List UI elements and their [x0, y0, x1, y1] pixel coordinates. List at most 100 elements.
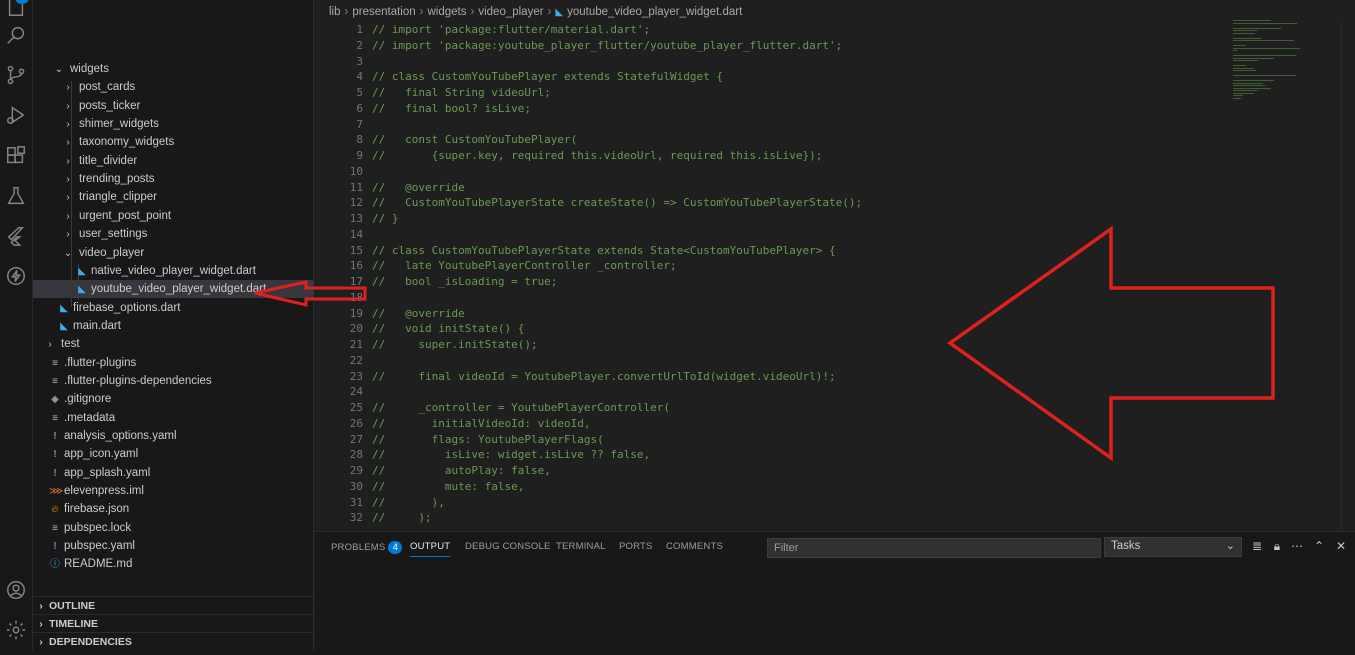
file-item[interactable]: ◣ native_video_player_widget.dart: [33, 262, 314, 280]
list-icon[interactable]: ≣: [1250, 539, 1264, 553]
account-icon[interactable]: [3, 577, 29, 603]
more-icon[interactable]: ⋯: [1290, 539, 1304, 553]
extensions-icon[interactable]: [3, 143, 29, 169]
file-item[interactable]: ⋙elevenpress.iml: [33, 482, 314, 500]
folder-item[interactable]: › test: [33, 335, 314, 353]
code-line[interactable]: 26 // initialVideoId: videoId,: [315, 416, 1215, 432]
flutter-icon[interactable]: [3, 223, 29, 249]
tab-terminal[interactable]: TERMINAL: [556, 541, 606, 552]
editor-scrollbar[interactable]: [1341, 20, 1355, 531]
code-line[interactable]: 16 // late YoutubePlayerController _contr…: [315, 258, 1215, 274]
gear-icon[interactable]: [3, 617, 29, 643]
code-line[interactable]: 25 // _controller = YoutubePlayerControll…: [315, 400, 1215, 416]
breadcrumb-item[interactable]: lib: [329, 6, 341, 18]
code-line[interactable]: 7: [315, 117, 1215, 133]
folder-item[interactable]: › user_settings: [33, 225, 314, 243]
line-number: 26: [349, 417, 363, 430]
file-item[interactable]: 🔥︎ firebase.json: [33, 500, 314, 518]
code-line[interactable]: 9 // {super.key, required this.videoUrl, …: [315, 148, 1215, 164]
tab-output[interactable]: OUTPUT: [410, 541, 451, 557]
tasks-select[interactable]: Tasks ⌄: [1104, 537, 1242, 557]
code-line[interactable]: 22: [315, 353, 1215, 369]
code-line[interactable]: 17 // bool _isLoading = true;: [315, 274, 1215, 290]
files-icon[interactable]: 2: [3, 0, 29, 20]
code-line[interactable]: 3: [315, 54, 1215, 70]
code-line[interactable]: 5 // final String videoUrl;: [315, 85, 1215, 101]
editor[interactable]: lib › presentation › widgets › video_player › ◣ y…: [315, 0, 1355, 531]
code-line[interactable]: 15 // class CustomYouTubePlayerState exte…: [315, 243, 1215, 259]
run-debug-icon[interactable]: [3, 102, 29, 128]
code-line[interactable]: 12 // CustomYouTubePlayerState createStat…: [315, 195, 1215, 211]
section-dependencies[interactable]: › DEPENDENCIES: [33, 632, 314, 650]
source-control-icon[interactable]: [3, 62, 29, 88]
code-line[interactable]: 30 // mute: false,: [315, 479, 1215, 495]
file-item[interactable]: ◣ main.dart: [33, 317, 314, 335]
folder-item[interactable]: › post_cards: [33, 78, 314, 96]
file-item[interactable]: ≡ .metadata: [33, 409, 314, 427]
lock-icon[interactable]: 🔒︎: [1270, 539, 1284, 553]
folder-item[interactable]: › trending_posts: [33, 170, 314, 188]
code-line[interactable]: 21 // super.initState();: [315, 337, 1215, 353]
breadcrumb-item[interactable]: youtube_video_player_widget.dart: [567, 6, 742, 18]
file-item[interactable]: ≡ .flutter-plugins-dependencies: [33, 372, 314, 390]
folder-item[interactable]: ⌄ video_player: [33, 244, 314, 262]
code-line[interactable]: 8 // const CustomYouTubePlayer(: [315, 132, 1215, 148]
search-icon[interactable]: [3, 22, 29, 48]
code-line[interactable]: 11 // @override: [315, 180, 1215, 196]
minimap-line: [1233, 27, 1281, 29]
minimap[interactable]: [1233, 20, 1303, 180]
folder-item[interactable]: › urgent_post_point: [33, 207, 314, 225]
code-line[interactable]: 6 // final bool? isLive;: [315, 101, 1215, 117]
file-item[interactable]: ◆ .gitignore: [33, 390, 314, 408]
code-line[interactable]: 31 // ),: [315, 495, 1215, 511]
close-icon[interactable]: ✕: [1334, 539, 1348, 553]
tree-item-label: analysis_options.yaml: [64, 430, 177, 442]
folder-item[interactable]: › shimer_widgets: [33, 115, 314, 133]
code-line[interactable]: 4 // class CustomYouTubePlayer extends St…: [315, 69, 1215, 85]
code-line[interactable]: 28 // isLive: widget.isLive ?? false,: [315, 447, 1215, 463]
code-line[interactable]: 13 // }: [315, 211, 1215, 227]
tab-debug-console[interactable]: DEBUG CONSOLE: [465, 541, 550, 552]
file-item[interactable]: ! pubspec.yaml: [33, 537, 314, 555]
breadcrumb-item[interactable]: widgets: [428, 6, 467, 18]
file-item[interactable]: ≡ .flutter-plugins: [33, 354, 314, 372]
folder-item[interactable]: ⌄ widgets: [33, 60, 314, 78]
file-item[interactable]: ◣ firebase_options.dart: [33, 299, 314, 317]
testing-icon[interactable]: [3, 183, 29, 209]
chevron-down-icon: ⌄: [63, 248, 73, 259]
file-item[interactable]: ≡ pubspec.lock: [33, 519, 314, 537]
code-line[interactable]: 23 // final videoId = YoutubePlayer.conve…: [315, 369, 1215, 385]
code-line[interactable]: 20 // void initState() {: [315, 321, 1215, 337]
file-item[interactable]: ! app_icon.yaml: [33, 445, 314, 463]
code-line[interactable]: 14: [315, 227, 1215, 243]
filter-input[interactable]: Filter: [767, 538, 1101, 558]
section-timeline[interactable]: › TIMELINE: [33, 614, 314, 632]
tab-problems[interactable]: PROBLEMS 4: [331, 541, 403, 554]
folder-item[interactable]: › taxonomy_widgets: [33, 133, 314, 151]
file-item[interactable]: ◣ youtube_video_player_widget.dart: [33, 280, 314, 298]
code-line[interactable]: 18: [315, 290, 1215, 306]
breadcrumb-item[interactable]: video_player: [478, 6, 543, 18]
code-line[interactable]: 27 // flags: YoutubePlayerFlags(: [315, 432, 1215, 448]
maximize-icon[interactable]: ⌃: [1312, 539, 1326, 553]
section-outline[interactable]: › OUTLINE: [33, 596, 314, 614]
file-item[interactable]: ! app_splash.yaml: [33, 464, 314, 482]
code-line[interactable]: 2 // import 'package:youtube_player_flutt…: [315, 38, 1215, 54]
tab-ports[interactable]: PORTS: [619, 541, 653, 552]
tab-comments[interactable]: COMMENTS: [666, 541, 723, 552]
folder-item[interactable]: › posts_ticker: [33, 97, 314, 115]
code-line[interactable]: 24: [315, 384, 1215, 400]
lightning-icon[interactable]: [3, 263, 29, 289]
breadcrumb-item[interactable]: presentation: [352, 6, 415, 18]
folder-item[interactable]: › title_divider: [33, 152, 314, 170]
file-item[interactable]: ⓘ README.md: [33, 555, 314, 573]
code-line[interactable]: 19 // @override: [315, 306, 1215, 322]
file-item[interactable]: ! analysis_options.yaml: [33, 427, 314, 445]
line-number: 17: [349, 275, 363, 288]
code-line[interactable]: 32 // );: [315, 510, 1215, 526]
code-line[interactable]: 1 // import 'package:flutter/material.dar…: [315, 22, 1215, 38]
code-line[interactable]: 29 // autoPlay: false,: [315, 463, 1215, 479]
dart-file-icon: ◣: [78, 266, 86, 277]
folder-item[interactable]: › triangle_clipper: [33, 188, 314, 206]
code-line[interactable]: 10: [315, 164, 1215, 180]
